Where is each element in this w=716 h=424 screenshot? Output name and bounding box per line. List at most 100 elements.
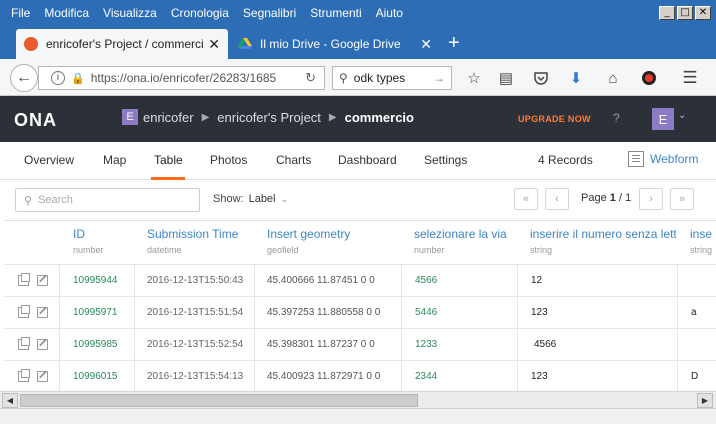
table-row[interactable]: 10995985 2016-12-13T15:52:54 45.398301 1… — [4, 329, 716, 361]
column-header-submission-time[interactable]: Submission Time datetime — [147, 227, 238, 255]
menu-segnalibri[interactable]: Segnalibri — [236, 0, 303, 27]
edit-icon[interactable] — [37, 275, 48, 286]
show-value: Label — [248, 193, 276, 205]
new-tab-button[interactable]: + — [448, 31, 460, 55]
tab-settings[interactable]: Settings — [424, 153, 467, 167]
close-tab-icon[interactable]: ✕ — [208, 36, 220, 53]
menu-strumenti[interactable]: Strumenti — [303, 0, 368, 27]
page-label: Page — [581, 192, 607, 204]
horizontal-scrollbar[interactable]: ◀ ▶ — [0, 391, 716, 408]
edit-icon[interactable] — [37, 339, 48, 350]
cell-id[interactable]: 10995985 — [73, 339, 118, 350]
hamburger-menu-icon[interactable]: ☰ — [681, 68, 699, 87]
search-bar-value[interactable]: odk types — [354, 71, 405, 85]
home-icon[interactable]: ⌂ — [604, 69, 622, 87]
search-icon: ⚲ — [339, 71, 348, 85]
minimize-button[interactable]: _ — [659, 6, 675, 20]
column-header-numero[interactable]: inserire il numero senza lette string — [530, 227, 676, 255]
copy-icon[interactable] — [18, 305, 30, 318]
column-header-geometry[interactable]: Insert geometry geofield — [267, 227, 350, 255]
cell-time: 2016-12-13T15:52:54 — [147, 339, 244, 350]
menu-file[interactable]: File — [0, 0, 37, 27]
star-icon[interactable]: ☆ — [465, 69, 483, 87]
url-text[interactable]: https://ona.io/enricofer/26283/1685 — [91, 71, 287, 85]
webform-link[interactable]: Webform — [628, 151, 698, 167]
tab-map[interactable]: Map — [103, 153, 126, 167]
records-count: 4 Records — [538, 153, 593, 167]
tab-title: enricofer's Project / commerci... — [46, 37, 205, 51]
menu-modifica[interactable]: Modifica — [37, 0, 96, 27]
ona-logo[interactable]: ONA — [14, 110, 57, 131]
reader-icon[interactable]: ▤ — [497, 69, 515, 87]
cell-id[interactable]: 10995971 — [73, 307, 118, 318]
tab-ona-project[interactable]: enricofer's Project / commerci... ✕ — [16, 29, 228, 59]
table-row[interactable]: 10995944 2016-12-13T15:50:43 45.400666 1… — [4, 265, 716, 297]
tab-charts[interactable]: Charts — [276, 153, 311, 167]
search-bar[interactable]: ⚲ odk types → — [332, 66, 452, 90]
table-row[interactable]: 10996015 2016-12-13T15:54:13 45.400923 1… — [4, 361, 716, 391]
tab-strip: enricofer's Project / commerci... ✕ Il m… — [0, 27, 716, 59]
help-icon[interactable]: ? — [613, 111, 620, 125]
scroll-left-icon[interactable]: ◀ — [2, 393, 18, 408]
menu-visualizza[interactable]: Visualizza — [96, 0, 164, 27]
chevron-down-icon[interactable]: ⌄ — [678, 110, 686, 121]
breadcrumb-separator-icon: ▶ — [328, 111, 337, 123]
search-input[interactable]: ⚲ Search — [15, 188, 200, 212]
back-arrow-icon[interactable]: ← — [10, 64, 38, 92]
scrollbar-thumb[interactable] — [20, 394, 418, 407]
copy-icon[interactable] — [18, 273, 30, 286]
scroll-right-icon[interactable]: ▶ — [697, 393, 713, 408]
status-bar — [0, 408, 716, 424]
menu-cronologia[interactable]: Cronologia — [164, 0, 236, 27]
cell-id[interactable]: 10995944 — [73, 275, 118, 286]
extension-icon[interactable] — [640, 69, 658, 87]
firefox-favicon-icon — [24, 37, 38, 51]
tab-google-drive[interactable]: Il mio Drive - Google Drive ✕ — [230, 29, 440, 59]
cell-id[interactable]: 10996015 — [73, 371, 118, 382]
user-avatar[interactable]: E — [652, 108, 674, 130]
reload-icon[interactable]: ↻ — [305, 70, 324, 86]
page-info: Page 1 / 1 — [581, 192, 631, 204]
breadcrumb-form[interactable]: commercio — [345, 110, 414, 125]
tab-photos[interactable]: Photos — [210, 153, 247, 167]
edit-icon[interactable] — [37, 307, 48, 318]
cell-numero: 123 — [531, 371, 548, 382]
close-window-button[interactable]: ✕ — [695, 6, 711, 20]
table-row[interactable]: 10995971 2016-12-13T15:51:54 45.397253 1… — [4, 297, 716, 329]
menu-aiuto[interactable]: Aiuto — [369, 0, 410, 27]
cell-geo: 45.397253 11.880558 0 0 — [267, 307, 381, 318]
edit-icon[interactable] — [37, 371, 48, 382]
column-header-via[interactable]: selezionare la via number — [414, 227, 507, 255]
upgrade-now-link[interactable]: UPGRADE NOW — [518, 114, 591, 124]
cell-geo: 45.398301 11.87237 0 0 — [267, 339, 375, 350]
prev-page-button[interactable]: ‹ — [545, 188, 569, 210]
tab-table[interactable]: Table — [154, 153, 183, 167]
column-header-extra[interactable]: inse string — [690, 227, 716, 255]
table-controls: ⚲ Search Show: Label ⌄ « ‹ Page 1 / 1 › … — [0, 180, 716, 220]
close-tab-icon[interactable]: ✕ — [420, 36, 432, 53]
maximize-button[interactable]: □ — [677, 6, 693, 20]
next-page-button[interactable]: › — [639, 188, 663, 210]
last-page-button[interactable]: » — [670, 188, 694, 210]
download-icon[interactable]: ⬇ — [567, 69, 585, 87]
copy-icon[interactable] — [18, 337, 30, 350]
lock-icon: 🔒 — [71, 72, 85, 85]
row-actions — [18, 337, 48, 350]
breadcrumb-user[interactable]: enricofer — [143, 110, 194, 125]
tab-dashboard[interactable]: Dashboard — [338, 153, 397, 167]
column-header-id[interactable]: ID number — [73, 227, 104, 255]
show-select[interactable]: Show: Label ⌄ — [213, 193, 288, 205]
user-avatar-small: E — [122, 109, 138, 125]
url-bar[interactable]: i 🔒 https://ona.io/enricofer/26283/1685 … — [38, 66, 325, 90]
search-go-icon[interactable]: → — [433, 71, 451, 85]
column-name: inse — [690, 227, 713, 241]
first-page-button[interactable]: « — [514, 188, 538, 210]
info-icon[interactable]: i — [51, 71, 65, 85]
copy-icon[interactable] — [18, 369, 30, 382]
tab-overview[interactable]: Overview — [24, 153, 74, 167]
breadcrumb-project[interactable]: enricofer's Project — [217, 110, 321, 125]
data-table: ID number Submission Time datetime Inser… — [4, 220, 716, 391]
pocket-icon[interactable] — [532, 69, 550, 87]
column-name: Submission Time — [147, 227, 239, 241]
row-actions — [18, 273, 48, 286]
